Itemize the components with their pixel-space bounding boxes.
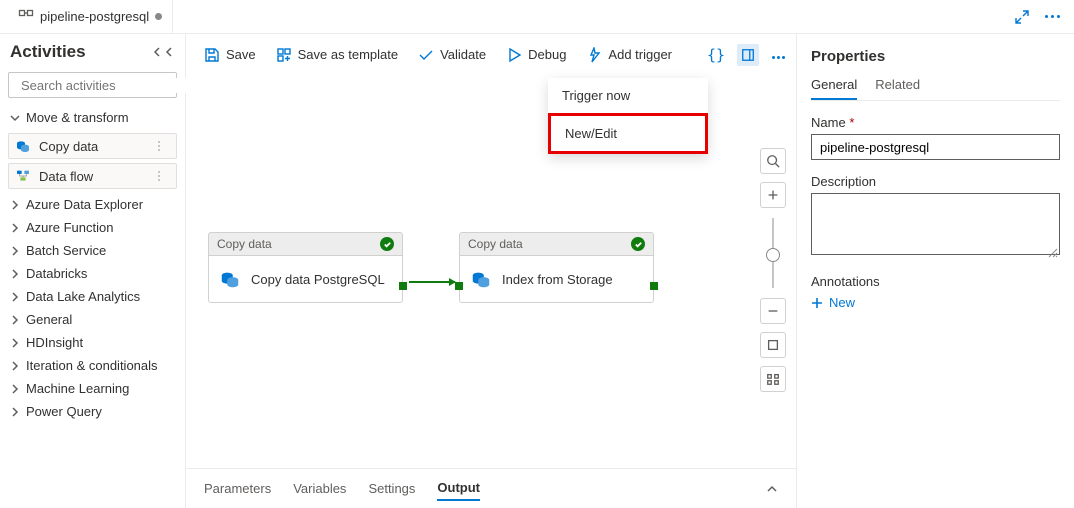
add-annotation-button[interactable]: New [811, 295, 1060, 310]
properties-tab-related[interactable]: Related [875, 77, 920, 100]
category-hdinsight[interactable]: HDInsight [0, 331, 185, 354]
debug-button[interactable]: Debug [498, 41, 574, 69]
properties-title: Properties [811, 48, 1060, 65]
tab-output[interactable]: Output [437, 476, 480, 501]
category-azure-data-explorer[interactable]: Azure Data Explorer [0, 193, 185, 216]
copy-data-icon [470, 268, 492, 290]
layout-button[interactable] [760, 366, 786, 392]
tab-parameters[interactable]: Parameters [204, 477, 271, 500]
fullscreen-icon [766, 338, 780, 352]
tab-settings[interactable]: Settings [368, 477, 415, 500]
activities-search[interactable] [8, 72, 177, 98]
play-icon [506, 47, 522, 63]
copy-data-icon [219, 268, 241, 290]
node-copy-data-postgresql[interactable]: Copy data Copy data PostgreSQL [208, 232, 403, 303]
annotations-label: Annotations [811, 274, 1060, 289]
add-trigger-button[interactable]: Add trigger [578, 41, 680, 69]
collapse-sidebar-icon[interactable] [153, 47, 175, 57]
category-databricks[interactable]: Databricks [0, 262, 185, 285]
output-port[interactable] [399, 282, 407, 290]
zoom-handle[interactable] [766, 248, 780, 262]
save-icon [204, 47, 220, 63]
search-input[interactable] [21, 78, 197, 93]
category-move-transform[interactable]: Move & transform [0, 106, 185, 129]
fullscreen-button[interactable] [760, 332, 786, 358]
unsaved-dot-icon [155, 13, 162, 20]
zoom-in-button[interactable] [760, 182, 786, 208]
activity-copy-data[interactable]: Copy data [8, 133, 177, 159]
search-icon [766, 154, 780, 168]
node-index-from-storage[interactable]: Copy data Index from Storage [459, 232, 654, 303]
pipeline-icon [18, 9, 34, 25]
input-port[interactable] [455, 282, 463, 290]
expand-icon[interactable] [1014, 9, 1030, 25]
copy-data-icon [15, 138, 31, 154]
properties-icon [741, 48, 755, 62]
layout-icon [766, 372, 780, 386]
connector-arrow[interactable] [409, 281, 455, 283]
properties-panel: Properties General Related Name * Descri… [796, 34, 1074, 508]
category-power-query[interactable]: Power Query [0, 400, 185, 423]
pipeline-toolbar: Save Save as template Validate Debug Add… [186, 34, 796, 76]
tab-title: pipeline-postgresql [40, 9, 149, 24]
save-button[interactable]: Save [196, 41, 264, 69]
trigger-icon [586, 47, 602, 63]
category-azure-function[interactable]: Azure Function [0, 216, 185, 239]
category-general[interactable]: General [0, 308, 185, 331]
description-label: Description [811, 174, 1060, 189]
drag-grip-icon [158, 139, 170, 153]
plus-icon [766, 188, 780, 202]
name-label: Name * [811, 115, 1060, 130]
collapse-panel-icon[interactable] [766, 483, 778, 495]
trigger-now-item[interactable]: Trigger now [548, 78, 708, 113]
pipeline-tab[interactable]: pipeline-postgresql [8, 0, 173, 33]
more-actions-icon[interactable] [1044, 9, 1060, 25]
category-machine-learning[interactable]: Machine Learning [0, 377, 185, 400]
save-template-button[interactable]: Save as template [268, 41, 406, 69]
check-icon [418, 47, 434, 63]
category-iteration-conditionals[interactable]: Iteration & conditionals [0, 354, 185, 377]
drag-grip-icon [158, 169, 170, 183]
minus-icon [766, 304, 780, 318]
validate-button[interactable]: Validate [410, 41, 494, 69]
category-batch-service[interactable]: Batch Service [0, 239, 185, 262]
activities-title: Activities [10, 42, 147, 62]
code-view-button[interactable]: {} [707, 46, 725, 64]
name-input[interactable] [811, 134, 1060, 160]
resize-handle-icon[interactable] [1048, 246, 1058, 256]
category-data-lake-analytics[interactable]: Data Lake Analytics [0, 285, 185, 308]
plus-icon [811, 297, 823, 309]
zoom-controls [758, 148, 788, 392]
properties-tab-general[interactable]: General [811, 77, 857, 100]
template-icon [276, 47, 292, 63]
pipeline-canvas[interactable]: Copy data Copy data PostgreSQL Copy data… [186, 76, 796, 508]
status-success-icon [631, 237, 645, 251]
tab-variables[interactable]: Variables [293, 477, 346, 500]
activity-data-flow[interactable]: Data flow [8, 163, 177, 189]
bottom-panel-tabs: Parameters Variables Settings Output [186, 468, 796, 508]
properties-toggle-button[interactable] [737, 44, 759, 66]
zoom-slider[interactable] [772, 218, 774, 288]
new-edit-trigger-item[interactable]: New/Edit [548, 113, 708, 154]
output-port[interactable] [650, 282, 658, 290]
tab-strip: pipeline-postgresql [0, 0, 1074, 34]
trigger-dropdown: Trigger now New/Edit [548, 78, 708, 154]
toolbar-more-icon[interactable] [771, 47, 786, 62]
data-flow-icon [15, 168, 31, 184]
activities-sidebar: Activities Move & transform Copy data [0, 34, 186, 508]
status-success-icon [380, 237, 394, 251]
description-input[interactable] [811, 193, 1060, 255]
zoom-fit-button[interactable] [760, 148, 786, 174]
zoom-out-button[interactable] [760, 298, 786, 324]
